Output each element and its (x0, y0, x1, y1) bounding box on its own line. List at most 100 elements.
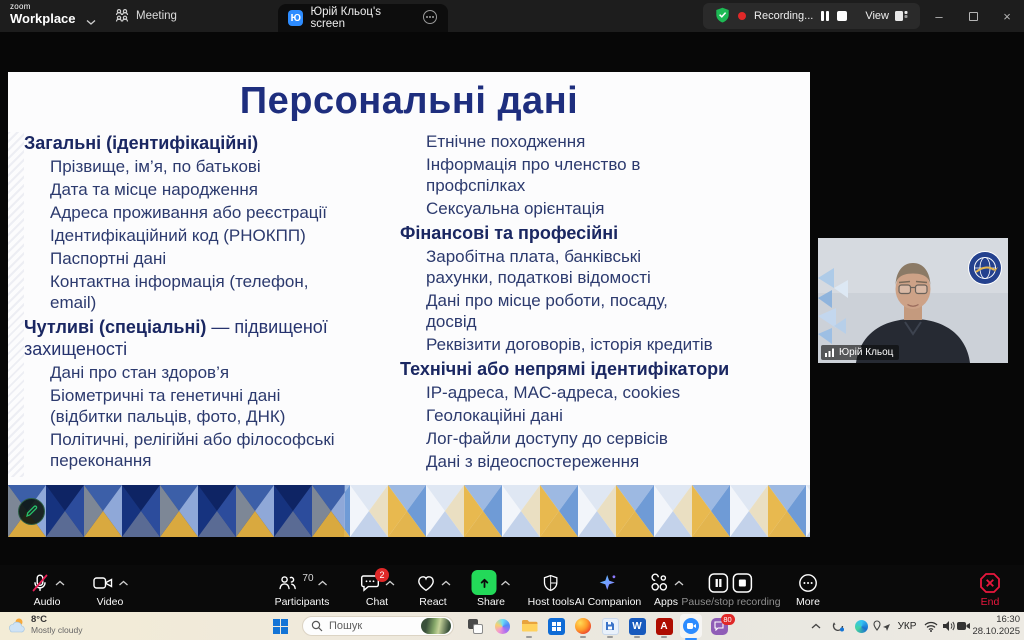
tray-chevron-up-icon[interactable] (806, 614, 826, 638)
audio-level-icon (825, 348, 835, 357)
participants-count: 70 (302, 573, 313, 584)
tray-sync-icon[interactable] (828, 614, 848, 638)
save-app-icon (602, 618, 619, 635)
share-label: Share (477, 596, 505, 608)
camera-tray-icon[interactable] (954, 614, 974, 638)
tray-edge-icon[interactable] (851, 614, 871, 638)
react-button[interactable]: React (415, 570, 451, 608)
chat-button[interactable]: 2 Chat (359, 570, 395, 608)
task-view-button[interactable] (463, 614, 487, 638)
minimize-button[interactable]: – (922, 0, 956, 32)
clock-date: 28.10.2025 (972, 626, 1020, 638)
copilot-icon (495, 619, 510, 634)
task-view-icon (468, 619, 483, 634)
more-button[interactable]: More (796, 570, 820, 608)
word-icon: W (629, 618, 646, 635)
tab-shared-screen[interactable]: Ю Юрій Кльоц's screen (278, 4, 448, 32)
slide-section-header: Фінансові та професійні (400, 222, 802, 244)
firefox-icon (575, 618, 591, 634)
more-ellipsis-icon (797, 572, 819, 594)
slide-item: Заробітна плата, банківські рахунки, под… (400, 246, 802, 288)
participants-icon (276, 572, 298, 594)
titlebar: zoom Workplace Meeting Ю Юрій Кльоц's sc… (0, 0, 1024, 32)
share-chevron-icon (501, 580, 511, 586)
slide-section-header: Загальні (ідентифікаційні) (24, 132, 400, 154)
weather-icon (6, 617, 26, 633)
recording-cluster: Recording... View (703, 3, 920, 29)
host-tools-button[interactable]: Host tools (528, 570, 575, 608)
language-indicator[interactable]: УКР (894, 614, 920, 638)
chat-chevron-icon (385, 580, 395, 586)
slide-item: Дані з відеоспостереження (400, 451, 802, 472)
store-icon (548, 618, 565, 635)
clock[interactable]: 16:30 28.10.2025 (972, 614, 1020, 638)
file-explorer-button[interactable] (517, 614, 541, 638)
ai-sparkle-icon (597, 572, 619, 594)
language-label: УКР (898, 621, 917, 632)
audio-label: Audio (34, 596, 61, 608)
zoom-taskbar-button[interactable] (679, 614, 703, 638)
tab-meeting[interactable]: Meeting (105, 0, 187, 32)
firefox-button[interactable] (571, 614, 595, 638)
logo-zoom-text: zoom (10, 3, 76, 11)
end-button[interactable]: End (978, 570, 1002, 608)
workspace-chevron-down-icon[interactable] (86, 12, 96, 30)
screen-share-stage: Персональні дані Загальні (ідентифікацій… (0, 32, 1024, 565)
chat-label: Chat (366, 596, 388, 608)
pause-stop-recording-buttons[interactable]: Pause/stop recording (681, 570, 780, 608)
folder-icon (521, 619, 538, 633)
slide-item: Контактна інформація (телефон, email) (24, 271, 400, 313)
tray-location-icon[interactable] (872, 614, 892, 638)
slide-column-right: Етнічне походженняІнформація про членств… (400, 129, 802, 474)
microsoft-store-button[interactable] (544, 614, 568, 638)
end-call-icon (978, 571, 1002, 595)
slide-section-header: Технічні або непрямі ідентифікатори (400, 358, 802, 380)
slide-item: Паспортні дані (24, 248, 400, 269)
slide-item: Сексуальна орієнтація (400, 198, 802, 219)
start-button[interactable] (268, 614, 292, 638)
zoom-workplace-logo: zoom Workplace (10, 3, 76, 25)
acrobat-button[interactable]: A (652, 614, 676, 638)
share-button[interactable]: Share (472, 570, 511, 608)
apps-button[interactable]: Apps (648, 570, 684, 608)
participants-button[interactable]: 70 Participants (275, 570, 330, 608)
stop-recording-button[interactable] (837, 11, 847, 21)
university-logo (968, 251, 1002, 285)
view-label: View (865, 10, 889, 22)
video-button[interactable]: Video (92, 570, 129, 608)
react-label: React (419, 596, 446, 608)
slide-item: IP-адреса, MAC-адреса, cookies (400, 382, 802, 403)
paint-app-button[interactable] (598, 614, 622, 638)
security-shield-icon[interactable] (715, 7, 730, 26)
search-input[interactable]: Пошук (302, 616, 454, 636)
zoom-app-icon (680, 614, 702, 638)
host-tools-label: Host tools (528, 596, 575, 608)
search-placeholder: Пошук (329, 620, 415, 632)
weather-widget[interactable]: 8°C Mostly cloudy (6, 614, 83, 636)
window-controls: – × (922, 0, 1024, 32)
maximize-button[interactable] (956, 0, 990, 32)
close-button[interactable]: × (990, 0, 1024, 32)
copilot-button[interactable] (490, 614, 514, 638)
ai-companion-button[interactable]: AI Companion (575, 570, 642, 608)
tab-screen-label: Юрій Кльоц's screen (310, 6, 415, 30)
ai-companion-label: AI Companion (575, 596, 642, 608)
avatar: Ю (288, 10, 303, 26)
camera-icon (92, 572, 115, 594)
participants-label: Participants (275, 596, 330, 608)
view-button[interactable]: View (865, 10, 908, 22)
weather-temp: 8°C (31, 614, 83, 625)
slide-mosaic-footer (8, 485, 810, 537)
slide-item: Політичні, релігійні або філософські пер… (24, 429, 400, 471)
pause-recording-button[interactable] (821, 11, 829, 21)
video-chevron-icon (119, 580, 129, 586)
pause-stop-recording-icon (708, 572, 754, 594)
audio-button[interactable]: Audio (29, 570, 65, 608)
participant-video-tile[interactable]: Юрій Кльоц (818, 238, 1008, 363)
viber-button[interactable]: 80 (707, 614, 731, 638)
annotate-button[interactable] (18, 498, 45, 525)
windows-logo-icon (273, 619, 288, 634)
weather-desc: Mostly cloudy (31, 625, 83, 635)
word-button[interactable]: W (625, 614, 649, 638)
tab-options-ellipsis-icon[interactable] (422, 9, 438, 28)
